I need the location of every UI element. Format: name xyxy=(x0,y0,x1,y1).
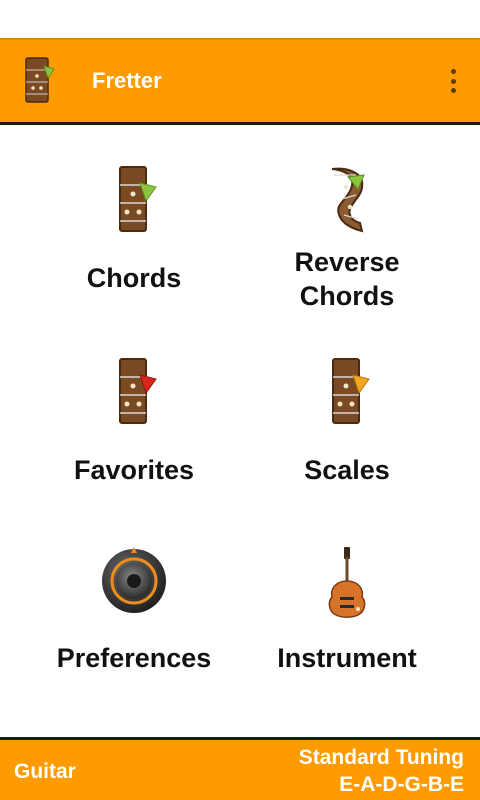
chords-label: Chords xyxy=(86,263,182,293)
fretboard-green-pick-icon xyxy=(119,166,157,232)
electric-guitar-icon xyxy=(328,547,366,618)
tuning-notes: E-A-D-G-B-E xyxy=(339,773,464,796)
bottom-bar[interactable]: Guitar Standard Tuning E-A-D-G-B-E xyxy=(0,737,480,800)
app-bar: Fretter xyxy=(0,38,480,122)
fretboard-pick-icon xyxy=(25,57,55,103)
fretboard-red-pick-icon xyxy=(119,358,157,424)
menu-item-favorites[interactable]: Favorites xyxy=(14,353,254,543)
scales-label: Scales xyxy=(304,455,390,485)
menu-item-reverse-chords[interactable]: Reverse Chords xyxy=(227,161,467,351)
favorites-label: Favorites xyxy=(73,455,195,485)
app-title: Fretter xyxy=(92,68,162,93)
menu-item-preferences[interactable]: Preferences xyxy=(14,545,254,735)
fretboard-orange-pick-icon xyxy=(332,358,370,424)
tuning-name: Standard Tuning xyxy=(298,746,464,769)
menu-item-chords[interactable]: Chords xyxy=(14,161,254,351)
overflow-menu-icon[interactable] xyxy=(440,66,466,96)
preferences-label: Preferences xyxy=(56,643,212,673)
status-bar xyxy=(0,0,480,38)
menu-item-scales[interactable]: Scales xyxy=(227,353,467,543)
main-menu-grid: Chords Reverse Chords Favorites Scales P… xyxy=(0,125,480,737)
twisted-fretboard-icon xyxy=(331,167,365,233)
menu-item-instrument[interactable]: Instrument xyxy=(227,545,467,735)
reverse-chords-label: Reverse Chords xyxy=(294,247,400,311)
dial-knob-icon xyxy=(102,547,166,613)
instrument-label: Instrument xyxy=(277,643,417,673)
instrument-name: Guitar xyxy=(14,760,76,783)
